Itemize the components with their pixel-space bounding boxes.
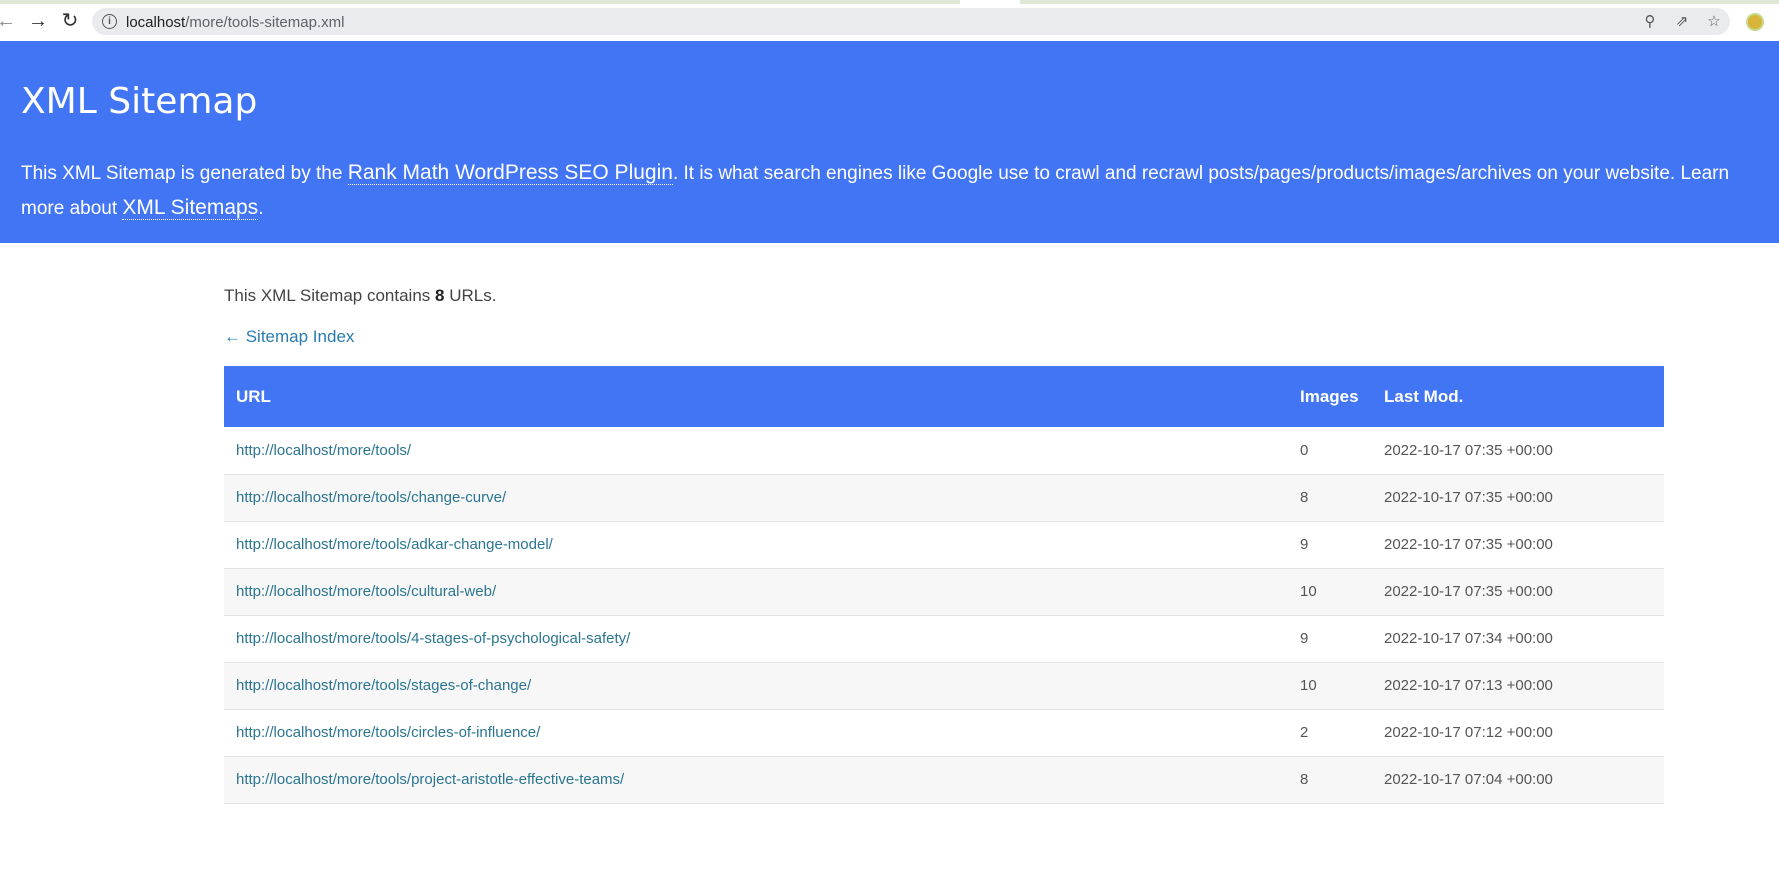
lastmod-cell: 2022-10-17 07:35 +00:00 xyxy=(1384,441,1553,459)
url-link[interactable]: http://localhost/more/tools/cultural-web… xyxy=(236,583,496,600)
header-url: URL xyxy=(236,386,271,406)
url-cell: http://localhost/more/tools/change-curve… xyxy=(224,474,1288,521)
rank-math-link[interactable]: Rank Math WordPress SEO Plugin xyxy=(347,161,673,185)
url-link[interactable]: http://localhost/more/tools/stages-of-ch… xyxy=(236,677,531,694)
url-cell: http://localhost/more/tools/ xyxy=(224,427,1288,474)
address-bar[interactable]: i localhost/more/tools-sitemap.xml ⚲ ⇗ ☆ xyxy=(92,8,1730,35)
zoom-icon[interactable]: ⚲ xyxy=(1640,12,1660,32)
info-icon[interactable]: i xyxy=(102,14,117,29)
xml-sitemaps-link[interactable]: XML Sitemaps xyxy=(122,196,259,220)
table-row: http://localhost/more/tools/adkar-change… xyxy=(224,521,1664,568)
images-cell: 8 xyxy=(1300,771,1309,788)
url-count-line: This XML Sitemap contains 8 URLs. xyxy=(224,286,496,306)
url-link[interactable]: http://localhost/more/tools/project-aris… xyxy=(236,771,624,788)
url-link[interactable]: http://localhost/more/tools/4-stages-of-… xyxy=(236,630,630,647)
count-post: URLs. xyxy=(444,286,497,305)
url-path: /more/tools-sitemap.xml xyxy=(185,14,345,31)
images-cell: 9 xyxy=(1300,630,1309,647)
images-cell: 8 xyxy=(1300,489,1309,506)
lastmod-cell: 2022-10-17 07:12 +00:00 xyxy=(1384,724,1553,741)
url-cell: http://localhost/more/tools/4-stages-of-… xyxy=(224,615,1288,662)
table-row: http://localhost/more/tools/stages-of-ch… xyxy=(224,662,1664,709)
url-cell: http://localhost/more/tools/adkar-change… xyxy=(224,521,1288,568)
table-row: http://localhost/more/tools/ 0 2022-10-1… xyxy=(224,427,1664,474)
header-images: Images xyxy=(1300,386,1359,406)
table-header-row: URL Images Last Mod. xyxy=(224,366,1664,427)
images-cell: 0 xyxy=(1300,441,1309,459)
lastmod-cell: 2022-10-17 07:04 +00:00 xyxy=(1384,771,1553,788)
table-row: http://localhost/more/tools/4-stages-of-… xyxy=(224,615,1664,662)
sitemap-index-link[interactable]: ← Sitemap Index xyxy=(224,327,354,347)
table-row: http://localhost/more/tools/change-curve… xyxy=(224,474,1664,521)
profile-icon[interactable] xyxy=(1746,13,1764,31)
url-link[interactable]: http://localhost/more/tools/ xyxy=(236,442,411,459)
count-pre: This XML Sitemap contains xyxy=(224,286,436,305)
star-icon[interactable]: ☆ xyxy=(1704,12,1724,32)
url-cell: http://localhost/more/tools/cultural-web… xyxy=(224,568,1288,615)
images-cell: 9 xyxy=(1300,536,1309,553)
url-cell: http://localhost/more/tools/circles-of-i… xyxy=(224,709,1288,756)
url-host: localhost xyxy=(126,14,186,31)
url-text[interactable]: localhost/more/tools-sitemap.xml xyxy=(126,14,344,31)
lastmod-cell: 2022-10-17 07:35 +00:00 xyxy=(1384,536,1553,553)
url-link[interactable]: http://localhost/more/tools/adkar-change… xyxy=(236,536,553,553)
tab-strip xyxy=(0,0,1779,4)
sitemap-header: XML Sitemap This XML Sitemap is generate… xyxy=(0,41,1779,243)
sitemap-table: URL Images Last Mod. http://localhost/mo… xyxy=(224,366,1664,804)
images-cell: 2 xyxy=(1300,724,1309,741)
desc-post: . xyxy=(258,198,264,219)
images-cell: 10 xyxy=(1300,677,1317,694)
header-description: This XML Sitemap is generated by the Ran… xyxy=(21,156,1761,226)
forward-arrow-icon[interactable]: → xyxy=(26,9,50,33)
table-row: http://localhost/more/tools/project-aris… xyxy=(224,756,1664,803)
url-link[interactable]: http://localhost/more/tools/circles-of-i… xyxy=(236,724,540,741)
lastmod-cell: 2022-10-17 07:34 +00:00 xyxy=(1384,630,1553,647)
url-link[interactable]: http://localhost/more/tools/change-curve… xyxy=(236,489,506,506)
url-cell: http://localhost/more/tools/stages-of-ch… xyxy=(224,662,1288,709)
lastmod-cell: 2022-10-17 07:35 +00:00 xyxy=(1384,489,1553,506)
lastmod-cell: 2022-10-17 07:35 +00:00 xyxy=(1384,583,1553,600)
share-icon[interactable]: ⇗ xyxy=(1672,12,1692,32)
back-arrow-icon[interactable]: ← xyxy=(0,9,18,33)
desc-pre: This XML Sitemap is generated by the xyxy=(21,163,348,184)
browser-toolbar: ← → ↻ i localhost/more/tools-sitemap.xml… xyxy=(0,0,1779,41)
lastmod-cell: 2022-10-17 07:13 +00:00 xyxy=(1384,677,1553,694)
page-title: XML Sitemap xyxy=(21,81,258,122)
reload-icon[interactable]: ↻ xyxy=(58,9,82,33)
table-row: http://localhost/more/tools/cultural-web… xyxy=(224,568,1664,615)
table-row: http://localhost/more/tools/circles-of-i… xyxy=(224,709,1664,756)
header-lastmod: Last Mod. xyxy=(1384,386,1464,406)
images-cell: 10 xyxy=(1300,583,1317,600)
url-cell: http://localhost/more/tools/project-aris… xyxy=(224,756,1288,803)
